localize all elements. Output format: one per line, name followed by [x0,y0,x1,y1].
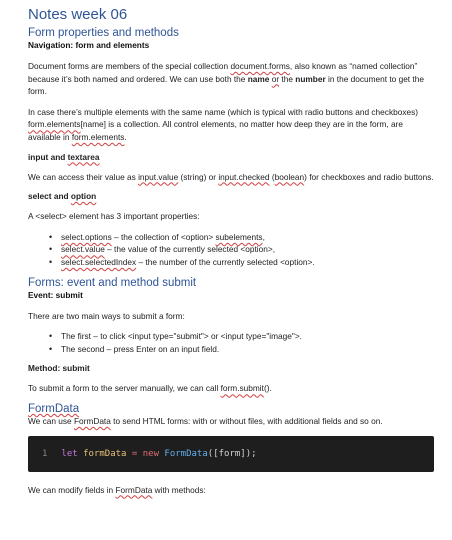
paragraph-input-value: We can access their value as input.value… [28,171,434,184]
text-run: with methods: [152,484,206,495]
text-run: select.options [61,231,112,242]
code-operator: = [131,448,138,459]
text-run: to send HTML forms: with or without file… [110,415,383,426]
text-run: form.elements [71,131,125,142]
paragraph-formdata-modify: We can modify fields in FormData with me… [28,484,434,497]
subheading-navigation: Navigation: form and elements [28,40,150,50]
text-run: document.forms [230,61,290,71]
text-run: , [262,231,265,242]
text-run: select.value [61,244,105,255]
text-run: or [271,73,280,84]
heading-forms-event: Forms: event and method submit [28,276,197,289]
line-number: 1 [42,448,48,459]
paragraph-select-properties: A <select> element has 3 important prope… [28,211,200,222]
text-run: FormData [73,415,111,426]
text-run: input.checked [218,171,270,182]
heading-form-properties: Form properties and methods [28,27,179,39]
text-run: We can access their value as [28,171,139,182]
paragraph-form-submit: To submit a form to the server manually,… [28,382,434,395]
code-args: ([form]); [207,448,257,459]
paragraph-form-elements: In case there’s multiple elements with t… [28,106,434,144]
paragraph-submit-ways: There are two main ways to submit a form… [28,310,185,321]
code-class: FormData [164,448,208,459]
text-run: select and [28,191,71,202]
text-run: form.elements [28,119,81,130]
text-run: (string) or [178,171,219,182]
text-run-bold: name [247,73,270,84]
list-item: The second – press Enter on an input fie… [49,343,434,356]
list-item: select.value – the value of the currentl… [49,243,434,256]
paragraph-document-forms: Document forms are members of the specia… [28,60,434,98]
text-run: Document forms are members of the specia… [28,61,231,71]
doc-title: Notes week 06 [28,6,128,23]
text-run: option [70,191,97,202]
text-run: boolean [274,171,305,182]
subheading-event-submit: Event: submit [28,289,83,300]
subheading-input-textarea: input and textarea [28,152,434,162]
text-run: the [279,73,296,84]
text-run: FormData [28,402,80,415]
text-run: In case there’s multiple elements with t… [28,106,418,117]
paragraph-formdata-use: We can use FormData to send HTML forms: … [28,415,434,428]
code-keyword: let [61,448,78,459]
document-page: Notes week 06 Form properties and method… [0,0,452,540]
text-run: To submit a form to the server manually,… [28,383,221,394]
text-run: . [124,131,127,142]
text-run: We can use [28,415,74,426]
subheading-method-submit: Method: submit [28,363,90,374]
code-block: 1 let formData = new FormData ([form]); [28,435,434,472]
list-item: The first – to click <input type="submit… [49,330,434,343]
select-properties-list: select.options – the collection of <opti… [28,231,434,269]
text-run: input and [28,151,68,162]
text-run: subelements [215,231,263,242]
subheading-select-option: select and option [28,191,434,201]
heading-formdata: FormData [28,403,434,415]
code-variable: formData [83,448,127,459]
text-run: select.selectedIndex [61,256,137,267]
text-run: input.value [138,171,179,182]
text-run: form.submit [220,383,264,394]
list-item: select.options – the collection of <opti… [49,231,434,244]
text-run: ) for checkboxes and radio buttons. [304,171,434,182]
submit-ways-list: The first – to click <input type="submit… [28,330,434,355]
text-run: – the value of the currently selected <o… [104,244,276,255]
text-run: FormData [115,484,153,495]
text-run: textarea [67,151,100,162]
text-run: – the collection of <option> [111,231,216,242]
text-run: (). [263,383,272,394]
list-item: select.selectedIndex – the number of the… [49,256,434,269]
text-run: We can modify fields in [28,484,116,495]
code-keyword-new: new [142,448,159,459]
text-run-bold: number [295,73,326,84]
text-run: – the number of the currently selected <… [136,256,315,267]
